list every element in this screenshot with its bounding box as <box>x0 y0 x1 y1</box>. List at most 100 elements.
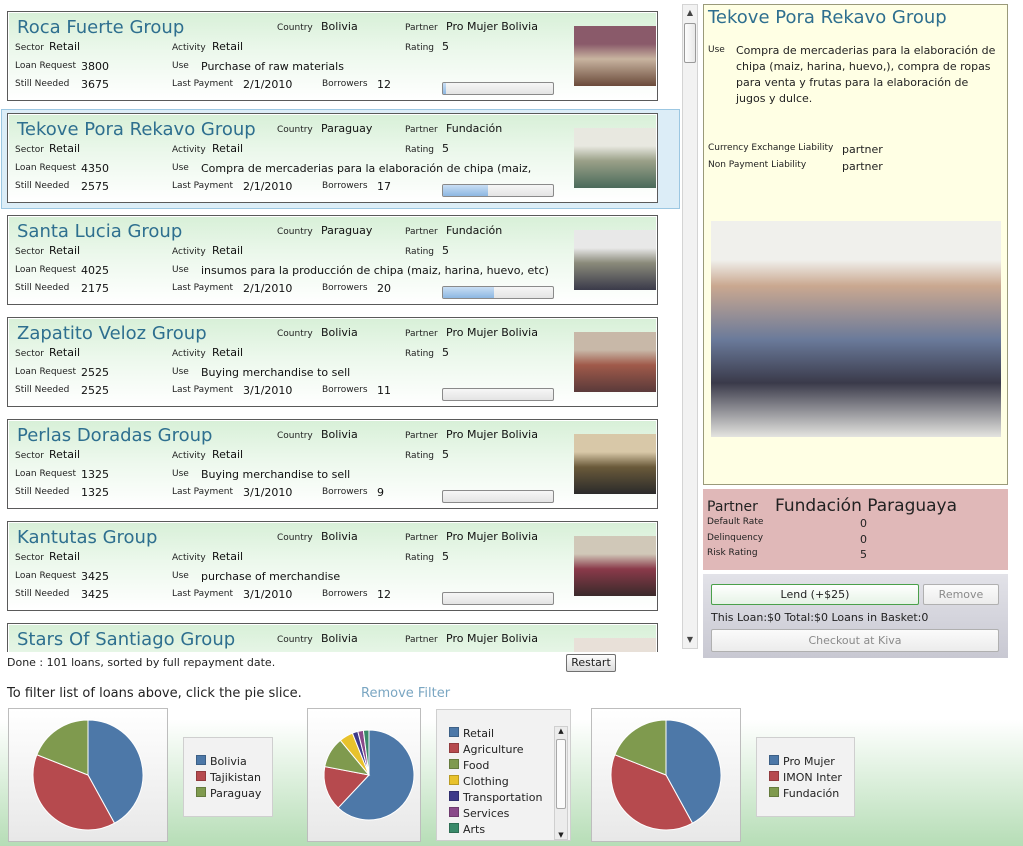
activity-label: Activity <box>172 43 206 53</box>
legend-item[interactable]: Services <box>449 807 509 820</box>
still-needed-label: Still Needed <box>15 79 70 89</box>
legend-label: Tajikistan <box>210 771 261 784</box>
loan-name: Perlas Doradas Group <box>17 425 213 446</box>
legend-item[interactable]: Clothing <box>449 775 509 788</box>
legend-label: Arts <box>463 823 486 836</box>
activity-value: Retail <box>212 40 244 53</box>
legend-item[interactable]: Retail <box>449 727 494 740</box>
activity-value: Retail <box>212 244 244 257</box>
restart-button[interactable]: Restart <box>566 654 616 672</box>
use-value: purchase of merchandise <box>201 570 341 583</box>
legend-item[interactable]: Tajikistan <box>196 771 261 784</box>
loan-card[interactable]: Roca Fuerte Group Country Bolivia Partner Pr… <box>7 11 658 101</box>
legend-scroll-down-icon[interactable]: ▼ <box>555 831 567 839</box>
loan-name: Tekove Pora Rekavo Group <box>17 119 256 140</box>
legend-scroll-thumb[interactable] <box>556 739 566 809</box>
scroll-down-icon[interactable]: ▼ <box>683 633 697 647</box>
legend-swatch <box>449 775 459 785</box>
partner-pie-chart[interactable] <box>592 709 740 841</box>
borrowers-label: Borrowers <box>322 79 368 89</box>
legend-swatch <box>196 787 206 797</box>
rating-value: 5 <box>442 448 449 461</box>
loan-card[interactable]: Kantutas Group Country Bolivia Partner Pro M… <box>7 521 658 611</box>
loan-list[interactable]: Roca Fuerte Group Country Bolivia Partner Pr… <box>0 0 680 652</box>
use-label: Use <box>172 367 189 377</box>
last-payment-value: 3/1/2010 <box>243 384 293 397</box>
legend-swatch <box>449 791 459 801</box>
still-needed-label: Still Needed <box>15 181 70 191</box>
lend-button[interactable]: Lend (+$25) <box>711 584 919 605</box>
legend-item[interactable]: Bolivia <box>196 755 247 768</box>
legend-item[interactable]: Agriculture <box>449 743 524 756</box>
sector-label: Sector <box>15 43 44 53</box>
non-payment-label: Non Payment Liability <box>708 160 807 170</box>
loan-card[interactable]: Tekove Pora Rekavo Group Country Paraguay P… <box>7 113 658 203</box>
loan-card[interactable]: Zapatito Veloz Group Country Bolivia Partne… <box>7 317 658 407</box>
loan-card[interactable]: Santa Lucia Group Country Paraguay Partner F… <box>7 215 658 305</box>
still-needed-label: Still Needed <box>15 283 70 293</box>
partner-name: Fundación Paraguaya <box>775 496 958 516</box>
loan-request-label: Loan Request <box>15 163 77 173</box>
partner-label: Partner <box>405 533 438 543</box>
sector-value: Retail <box>49 346 81 359</box>
use-label: Use <box>172 61 189 71</box>
legend-label: Agriculture <box>463 743 524 756</box>
activity-label: Activity <box>172 349 206 359</box>
loan-detail-panel: Tekove Pora Rekavo Group Use Compra de m… <box>703 4 1008 485</box>
legend-item[interactable]: Pro Mujer <box>769 755 835 768</box>
partner-legend: Pro Mujer IMON Inter Fundación <box>756 737 855 817</box>
scrollbar-thumb[interactable] <box>684 23 696 63</box>
still-needed-value: 2525 <box>81 384 109 397</box>
legend-label: Bolivia <box>210 755 247 768</box>
basket-panel: Lend (+$25) Remove This Loan:$0 Total:$0… <box>703 574 1008 658</box>
loan-name: Roca Fuerte Group <box>17 17 185 38</box>
sector-pie-chart[interactable] <box>308 709 420 841</box>
country-value: Bolivia <box>321 20 358 33</box>
legend-item[interactable]: Arts <box>449 823 485 836</box>
funding-progress-bar <box>442 388 554 401</box>
sector-value: Retail <box>49 448 81 461</box>
sector-label: Sector <box>15 145 44 155</box>
rating-value: 5 <box>442 550 449 563</box>
rating-value: 5 <box>442 244 449 257</box>
funding-progress-fill <box>443 287 494 298</box>
last-payment-label: Last Payment <box>172 283 234 293</box>
loan-card[interactable]: Stars Of Santiago Group Country Bolivia Par… <box>7 623 658 652</box>
borrowers-value: 12 <box>377 588 391 601</box>
legend-item[interactable]: Transportation <box>449 791 542 804</box>
borrower-photo <box>574 332 656 392</box>
country-label: Country <box>277 635 313 645</box>
still-needed-value: 2175 <box>81 282 109 295</box>
sector-label: Sector <box>15 553 44 563</box>
sector-value: Retail <box>49 142 81 155</box>
sector-value: Retail <box>49 40 81 53</box>
partner-value: Fundación <box>446 122 503 135</box>
loan-card[interactable]: Perlas Doradas Group Country Bolivia Partne… <box>7 419 658 509</box>
legend-scroll-up-icon[interactable]: ▲ <box>555 727 567 735</box>
legend-swatch <box>449 807 459 817</box>
sector-legend-scrollbar[interactable]: ▲ ▼ <box>554 726 568 840</box>
loan-request-value: 2525 <box>81 366 109 379</box>
country-label: Country <box>277 533 313 543</box>
scroll-up-icon[interactable]: ▲ <box>683 6 697 20</box>
checkout-button[interactable]: Checkout at Kiva <box>711 629 999 652</box>
loan-list-scrollbar[interactable]: ▲ ▼ <box>682 4 698 649</box>
rating-label: Rating <box>405 451 435 461</box>
legend-item[interactable]: Food <box>449 759 489 772</box>
sector-value: Retail <box>49 244 81 257</box>
filter-instruction: To filter list of loans above, click the… <box>7 686 302 701</box>
remove-filter-link[interactable]: Remove Filter <box>361 686 450 701</box>
partner-pie-box <box>591 708 741 842</box>
legend-item[interactable]: Paraguay <box>196 787 261 800</box>
loan-request-value: 3425 <box>81 570 109 583</box>
sector-label: Sector <box>15 451 44 461</box>
funding-progress-bar <box>442 286 554 299</box>
remove-button[interactable]: Remove <box>923 584 999 605</box>
country-pie-chart[interactable] <box>9 709 167 841</box>
legend-item[interactable]: Fundación <box>769 787 839 800</box>
legend-item[interactable]: IMON Inter <box>769 771 842 784</box>
legend-label: Food <box>463 759 490 772</box>
country-pie-box <box>8 708 168 842</box>
legend-label: Services <box>463 807 510 820</box>
country-value: Bolivia <box>321 428 358 441</box>
